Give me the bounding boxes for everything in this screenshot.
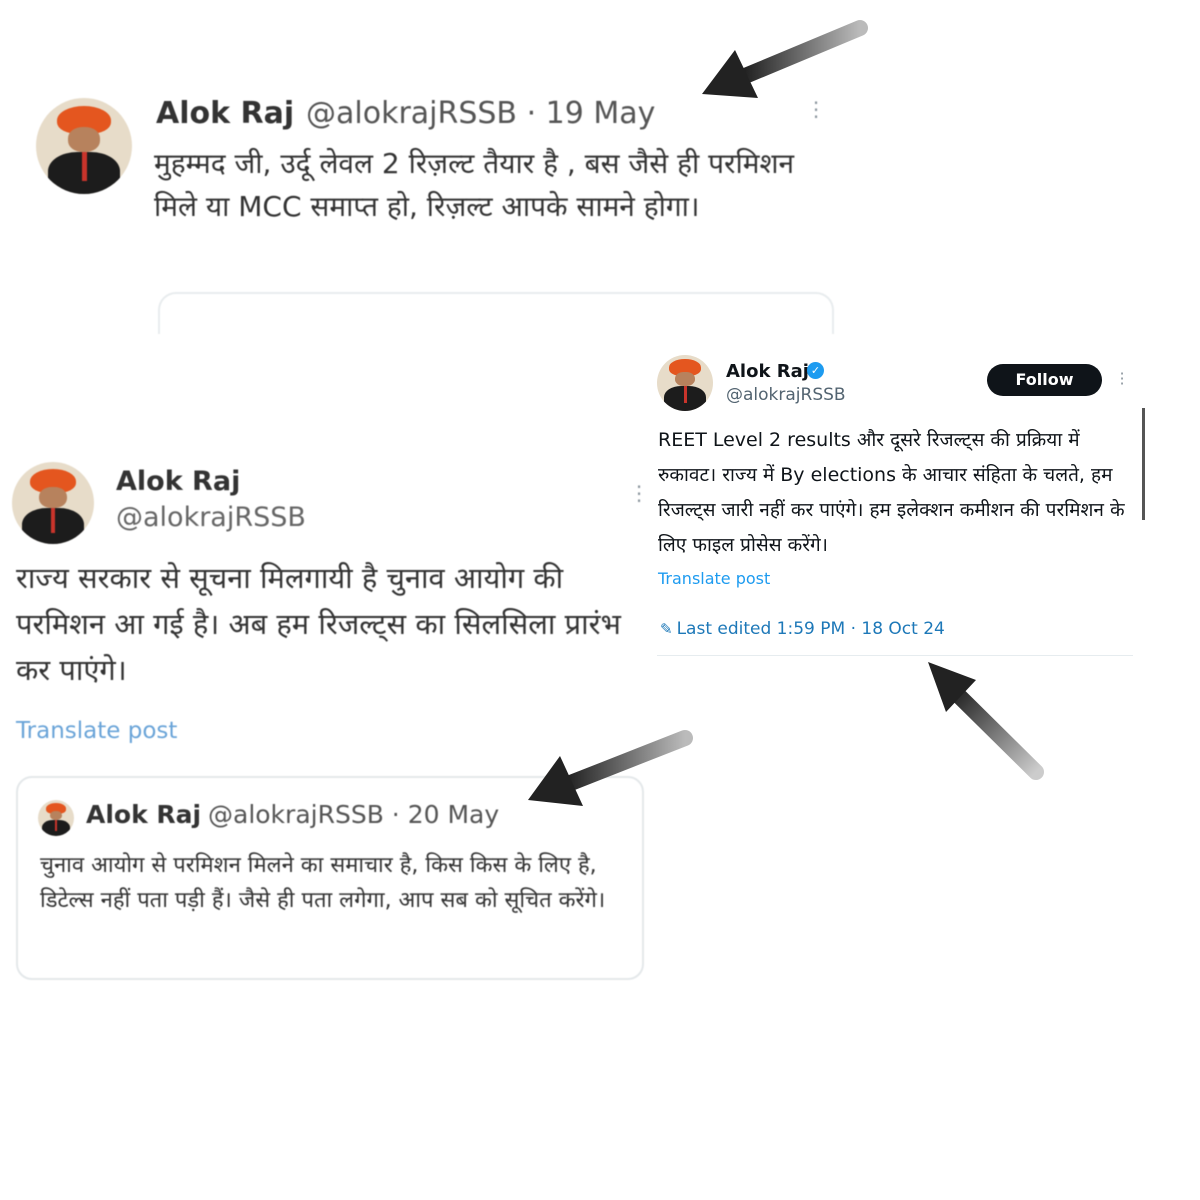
annotation-arrow-top: [528, 20, 1044, 806]
